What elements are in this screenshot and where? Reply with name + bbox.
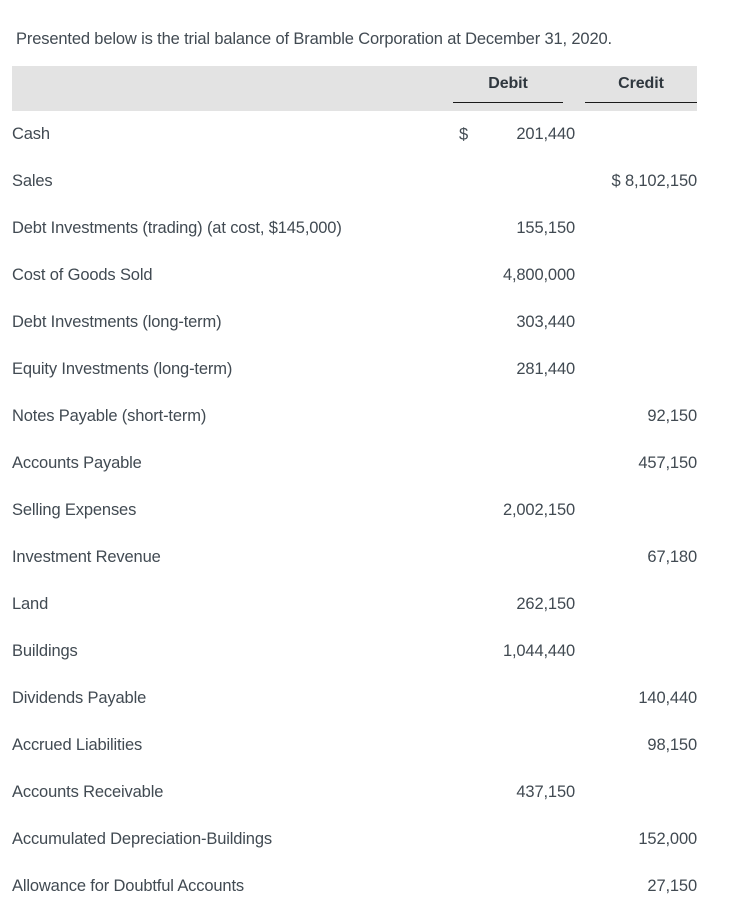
cell-account: Selling Expenses [12, 501, 137, 519]
cell-credit: 67,180 [575, 534, 697, 581]
cell-credit [575, 581, 697, 628]
cell-credit [575, 252, 697, 299]
table-row: Accumulated Depreciation-Buildings 152,00… [12, 816, 697, 863]
cell-credit [575, 769, 697, 816]
debit-value: 4,800,000 [502, 266, 575, 284]
table-row: Investment Revenue 67,180 [12, 534, 697, 581]
table-row: Equity Investments (long-term) 281,440 [12, 346, 697, 393]
debit-value: 201,440 [516, 125, 575, 143]
cell-credit [575, 111, 697, 158]
table-row: Selling Expenses 2,002,150 [12, 487, 697, 534]
cell-account: Buildings [12, 642, 78, 660]
cell-account: Notes Payable (short-term) [12, 407, 207, 425]
cell-credit [575, 205, 697, 252]
cell-account: Equity Investments (long-term) [12, 360, 233, 378]
debit-value: 437,150 [516, 783, 575, 801]
credit-value: 92,150 [647, 407, 697, 425]
cell-debit: $201,440 [445, 111, 575, 158]
table-row: Accrued Liabilities 98,150 [12, 722, 697, 769]
credit-value: 98,150 [647, 736, 697, 754]
cell-account: Investment Revenue [12, 548, 161, 566]
column-header-debit-label: Debit [453, 75, 563, 103]
cell-debit: 155,150 [445, 205, 575, 252]
cell-account: Land [12, 595, 49, 613]
cell-account: Cost of Goods Sold [12, 266, 153, 284]
table-row: Accounts Payable 457,150 [12, 440, 697, 487]
credit-value: 27,150 [647, 877, 697, 895]
credit-value: 140,440 [638, 689, 697, 707]
cell-credit: 140,440 [575, 675, 697, 722]
cell-debit [445, 393, 575, 440]
table-row: Debt Investments (trading) (at cost, $14… [12, 205, 697, 252]
credit-value: 457,150 [638, 454, 697, 472]
table-row: Debt Investments (long-term) 303,440 [12, 299, 697, 346]
cell-credit: 92,150 [575, 393, 697, 440]
table-row: Allowance for Doubtful Accounts 27,150 [12, 863, 697, 910]
cell-account: Sales [12, 172, 53, 190]
cell-debit: 262,150 [445, 581, 575, 628]
cell-credit: $ 8,102,150 [575, 158, 697, 205]
cell-account: Accounts Receivable [12, 783, 164, 801]
cell-debit [445, 675, 575, 722]
cell-credit [575, 299, 697, 346]
intro-paragraph: Presented below is the trial balance of … [16, 29, 612, 48]
table-row: Buildings 1,044,440 [12, 628, 697, 675]
table-row: Dividends Payable 140,440 [12, 675, 697, 722]
cell-debit: 437,150 [445, 769, 575, 816]
cell-debit [445, 863, 575, 910]
cell-debit [445, 440, 575, 487]
credit-value: $ 8,102,150 [611, 172, 697, 190]
trial-balance-table: Debit Credit Cash $201,440 Sales $ 8,102,15… [12, 66, 697, 910]
currency-symbol: $ [459, 125, 469, 143]
cell-debit [445, 816, 575, 863]
cell-account: Allowance for Doubtful Accounts [12, 877, 244, 895]
table-header: Debit Credit [12, 66, 697, 111]
cell-account: Accounts Payable [12, 454, 142, 472]
debit-value: 155,150 [516, 219, 575, 237]
cell-debit: 303,440 [445, 299, 575, 346]
cell-account: Dividends Payable [12, 689, 147, 707]
cell-debit: 2,002,150 [445, 487, 575, 534]
cell-debit [445, 534, 575, 581]
cell-account: Debt Investments (trading) (at cost, $14… [12, 219, 342, 237]
column-header-account [12, 66, 445, 111]
cell-credit [575, 628, 697, 675]
credit-value: 67,180 [647, 548, 697, 566]
debit-value: 2,002,150 [502, 501, 575, 519]
cell-account: Cash [12, 125, 50, 143]
cell-debit: 281,440 [445, 346, 575, 393]
debit-value: 303,440 [516, 313, 575, 331]
cell-debit [445, 158, 575, 205]
table-row: Sales $ 8,102,150 [12, 158, 697, 205]
cell-credit: 27,150 [575, 863, 697, 910]
cell-credit [575, 487, 697, 534]
cell-credit: 152,000 [575, 816, 697, 863]
cell-debit [445, 722, 575, 769]
column-header-credit: Credit [575, 66, 697, 111]
cell-credit: 457,150 [575, 440, 697, 487]
cell-account: Debt Investments (long-term) [12, 313, 222, 331]
table-row: Notes Payable (short-term) 92,150 [12, 393, 697, 440]
cell-debit: 4,800,000 [445, 252, 575, 299]
cell-credit: 98,150 [575, 722, 697, 769]
credit-value: 152,000 [638, 830, 697, 848]
debit-value: 1,044,440 [502, 642, 575, 660]
column-header-account-label [12, 84, 445, 93]
column-header-credit-label: Credit [585, 75, 697, 103]
debit-value: 281,440 [516, 360, 575, 378]
cell-account: Accrued Liabilities [12, 736, 143, 754]
column-header-debit: Debit [445, 66, 575, 111]
table-header-row: Debit Credit [12, 66, 697, 111]
cell-account: Accumulated Depreciation-Buildings [12, 830, 272, 848]
table-row: Accounts Receivable 437,150 [12, 769, 697, 816]
cell-credit [575, 346, 697, 393]
cell-debit: 1,044,440 [445, 628, 575, 675]
table-row: Cash $201,440 [12, 111, 697, 158]
table-body: Cash $201,440 Sales $ 8,102,150 Debt Investm… [12, 111, 697, 910]
table-row: Cost of Goods Sold 4,800,000 [12, 252, 697, 299]
debit-value: 262,150 [516, 595, 575, 613]
table-row: Land 262,150 [12, 581, 697, 628]
